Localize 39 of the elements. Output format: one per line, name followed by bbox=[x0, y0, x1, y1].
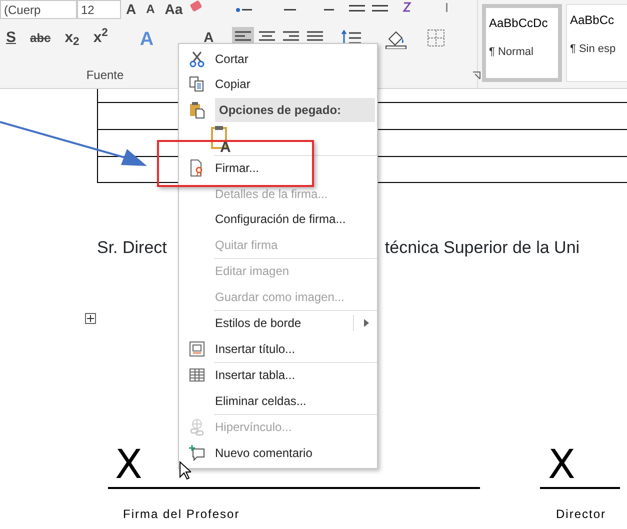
signature-caption: Director bbox=[556, 506, 606, 523]
font-size-button[interactable]: Aa bbox=[160, 0, 188, 18]
script-button[interactable]: x$^{2}$ bbox=[87, 26, 114, 50]
style-gallery-item[interactable]: AaBbCcDc ¶ Normal bbox=[482, 4, 562, 82]
font-size-button[interactable]: A bbox=[141, 0, 160, 18]
menu-section-header: Opciones de pegado: bbox=[215, 98, 375, 122]
menu-item[interactable]: Insertar título... bbox=[179, 336, 377, 362]
menu-item[interactable]: Copiar bbox=[179, 72, 377, 97]
menu-item[interactable]: Cortar bbox=[179, 46, 377, 72]
globe-link-icon bbox=[188, 418, 206, 436]
underline-button[interactable]: S bbox=[0, 26, 22, 50]
menu-item[interactable]: Nuevo comentario bbox=[179, 440, 377, 466]
menu-item[interactable]: Insertar tabla... bbox=[179, 362, 377, 388]
font-size-field[interactable]: 12 bbox=[77, 0, 121, 19]
signature-x-mark: X bbox=[548, 445, 576, 485]
strikethrough-button[interactable]: abc bbox=[24, 26, 57, 50]
submenu-arrow-icon bbox=[364, 319, 369, 328]
menu-item[interactable]: Configuración de firma... bbox=[179, 206, 377, 232]
caption-icon bbox=[188, 340, 206, 358]
dialog-launcher-icon[interactable] bbox=[472, 71, 481, 80]
signature-caption: Firma del Profesor bbox=[123, 506, 240, 523]
table-move-handle-icon[interactable] bbox=[85, 313, 96, 324]
style-gallery-item[interactable]: AaBbCc ¶ Sin esp bbox=[566, 4, 627, 82]
font-size-button[interactable]: A bbox=[121, 0, 142, 18]
menu-item[interactable]: Eliminar celdas... bbox=[179, 388, 377, 414]
signature-x-mark: X bbox=[115, 445, 144, 485]
copy-icon bbox=[188, 75, 206, 94]
font-name-field[interactable]: (Cuerp bbox=[0, 0, 77, 19]
clipboard-icon bbox=[188, 100, 206, 119]
scissors-icon bbox=[188, 50, 206, 68]
menu-item[interactable]: Firmar... bbox=[179, 156, 377, 181]
comment-add-icon bbox=[188, 444, 206, 462]
body-text: técnica Superior de la Uni bbox=[384, 237, 580, 259]
menu-item[interactable]: Estilos de borde bbox=[179, 310, 377, 336]
body-text: Sr. Direct bbox=[97, 237, 167, 259]
borders-icon[interactable] bbox=[426, 28, 446, 48]
group-label: Fuente bbox=[85, 67, 125, 84]
table-icon bbox=[188, 366, 206, 384]
script-button[interactable]: x$_{2}$ bbox=[58, 26, 86, 50]
